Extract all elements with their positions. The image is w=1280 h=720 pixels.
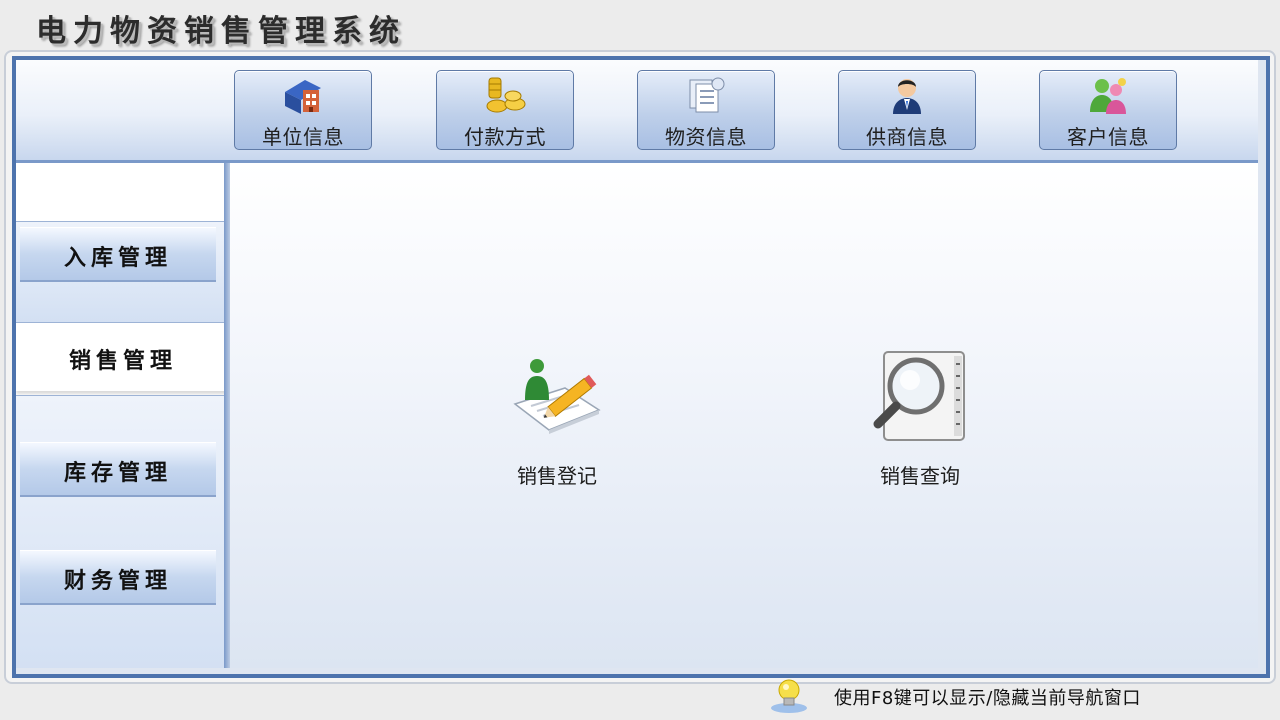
app-title: 电力物资销售管理系统 bbox=[36, 14, 406, 49]
sales-query-label: 销售查询 bbox=[880, 464, 960, 488]
toolbar-button-label: 付款方式 bbox=[464, 125, 546, 149]
lightbulb-icon bbox=[771, 679, 807, 713]
toolbar-button-unit-info[interactable]: 单位信息 bbox=[234, 70, 372, 150]
toolbar-button-supplier-info[interactable]: 供商信息 bbox=[838, 70, 976, 150]
sales-register-button[interactable]: 销售登记 bbox=[482, 348, 632, 498]
toolbar-button-payment-method[interactable]: 付款方式 bbox=[436, 70, 574, 150]
sidebar-item-inbound-management[interactable]: 入库管理 bbox=[20, 227, 216, 282]
sidebar-item-sales-management[interactable]: 销售管理 bbox=[16, 331, 224, 391]
status-bar: 使用F8键可以显示/隐藏当前导航窗口 bbox=[16, 676, 1258, 714]
toolbar-button-label: 客户信息 bbox=[1067, 125, 1149, 149]
sidebar-spacer bbox=[16, 163, 224, 223]
register-pencil-icon bbox=[513, 359, 601, 434]
sales-register-label: 销售登记 bbox=[517, 464, 597, 488]
sidebar-item-label: 库存管理 bbox=[63, 460, 172, 486]
sidebar-item-inventory-management[interactable]: 库存管理 bbox=[20, 442, 216, 497]
toolbar-button-material-info[interactable]: 物资信息 bbox=[637, 70, 775, 150]
sidebar-item-finance-management[interactable]: 财务管理 bbox=[20, 550, 216, 605]
content-area: 销售登记 销售查询 bbox=[230, 163, 1258, 668]
toolbar-button-label: 供商信息 bbox=[866, 125, 948, 149]
status-hint: 使用F8键可以显示/隐藏当前导航窗口 bbox=[834, 688, 1141, 709]
navigation-sidebar: 入库管理 销售管理 库存管理 财务管理 bbox=[16, 163, 224, 668]
toolbar-button-label: 单位信息 bbox=[262, 125, 344, 149]
documents-icon bbox=[689, 77, 725, 113]
top-toolbar: 单位信息 付款方式 物资信息 供商信息 客户信息 bbox=[16, 60, 1258, 163]
toolbar-button-customer-info[interactable]: 客户信息 bbox=[1039, 70, 1177, 150]
sales-query-button[interactable]: 销售查询 bbox=[845, 348, 995, 498]
building-icon bbox=[285, 80, 321, 114]
sidebar-section-band bbox=[16, 395, 224, 668]
toolbar-button-label: 物资信息 bbox=[665, 125, 747, 149]
sidebar-item-label: 财务管理 bbox=[63, 568, 172, 594]
sidebar-item-label: 入库管理 bbox=[63, 245, 172, 271]
person-icon bbox=[893, 79, 921, 114]
users-icon bbox=[1090, 78, 1126, 114]
sidebar-item-label: 销售管理 bbox=[68, 348, 177, 374]
coins-icon bbox=[486, 77, 526, 113]
search-magnifier-icon bbox=[873, 351, 965, 441]
